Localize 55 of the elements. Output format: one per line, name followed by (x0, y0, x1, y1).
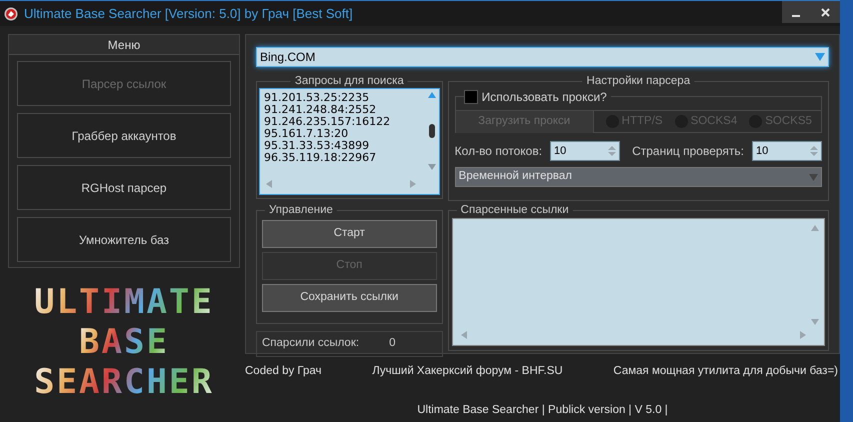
spin-arrows-icon (810, 145, 818, 157)
scroll-up-icon (811, 225, 819, 231)
queries-textarea[interactable]: 91.201.53.25:2235 91.241.248.84:2552 91.246.235.157:16122 95.161.7.13:20 95.31.33.53:43899 96.35.119.18:22967 (259, 88, 440, 195)
group-title: Настройки парсера (582, 74, 694, 88)
group-title: Управление (265, 203, 337, 217)
query-line: 91.246.235.157:16122 (264, 116, 390, 128)
minimize-button[interactable] (782, 1, 810, 23)
scroll-down-icon (428, 164, 436, 170)
horizontal-scrollbar[interactable] (460, 331, 806, 339)
field-label: Страниц проверять: (632, 143, 744, 160)
spin-arrows-icon (608, 145, 616, 157)
vertical-scrollbar[interactable] (428, 92, 436, 170)
control-button[interactable]: Старт (262, 220, 437, 248)
counter-label: Спарсили ссылок: (262, 336, 360, 352)
number-spinner[interactable]: 10 (752, 141, 822, 161)
close-icon (820, 8, 830, 16)
minimize-icon (792, 15, 800, 17)
query-line: 95.31.33.53:43899 (264, 140, 370, 152)
window-title: Ultimate Base Searcher [Version: 5.0] by Грач [Best Soft] (24, 4, 353, 23)
interval-dropdown[interactable]: Временной интервал (454, 167, 822, 187)
field-label: Кол-во потоков: (454, 143, 542, 160)
menu-header: Меню (9, 35, 239, 55)
scroll-right-icon (800, 331, 806, 339)
close-button[interactable] (810, 1, 840, 23)
menu-item[interactable]: Умножитель баз (17, 217, 231, 262)
group-title: Спарсенные ссылки (456, 203, 573, 217)
counter-value: 0 (389, 336, 396, 352)
dropdown-arrow-icon (809, 174, 818, 180)
vertical-scrollbar[interactable] (811, 225, 819, 325)
menu-item[interactable]: Граббер аккаунтов (17, 113, 231, 158)
query-line: 96.35.119.18:22967 (264, 152, 378, 164)
scroll-right-icon (410, 180, 416, 188)
logo-text: ULTIMATE BASE SEARCHER (33, 282, 215, 402)
footer-version: Ultimate Base Searcher | Publick version | V 5.0 | (417, 403, 668, 418)
menu-item[interactable]: RGHost парсер (17, 165, 231, 210)
query-line: 91.241.248.84:2552 (264, 104, 378, 116)
query-line: 91.201.53.25:2235 (264, 92, 370, 104)
dropdown-arrow-icon (815, 53, 825, 61)
scroll-up-icon (428, 92, 436, 98)
footer-credit: Coded by Грач (245, 364, 322, 379)
group-title: Запросы для поиска (290, 74, 408, 88)
proxy-checkbox[interactable] (464, 90, 478, 104)
number-spinner[interactable]: 10 (550, 141, 620, 161)
proxy-checkbox-label: Использовать прокси? (482, 89, 607, 106)
scroll-left-icon (266, 180, 272, 188)
control-button[interactable]: Сохранить ссылки (262, 284, 437, 312)
search-engine-dropdown[interactable]: Bing.COM (256, 47, 829, 67)
footer-slogan: Самая мощная утилита для добычи баз=) (613, 364, 838, 379)
footer-forum: Лучший Хакерксий форум - BHF.SU (372, 364, 563, 379)
scroll-down-icon (811, 319, 819, 325)
horizontal-scrollbar[interactable] (266, 180, 416, 188)
app-logo-icon (4, 6, 18, 20)
scroll-thumb[interactable] (428, 124, 435, 138)
scroll-left-icon (460, 331, 467, 339)
query-line: 95.161.7.13:20 (264, 128, 350, 140)
